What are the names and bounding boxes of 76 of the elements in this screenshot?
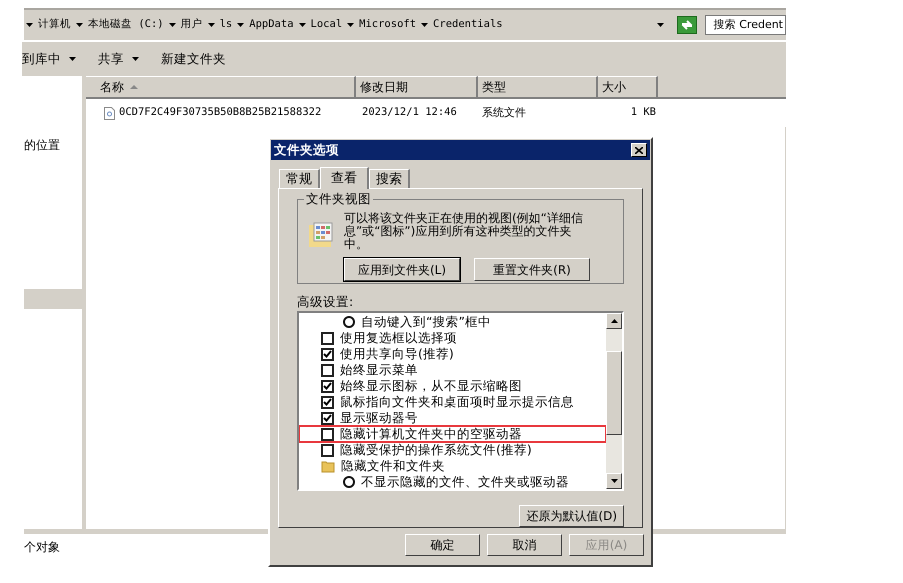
settings-item[interactable]: 显示驱动器号 [299,410,606,426]
settings-item[interactable]: 隐藏计算机文件夹中的空驱动器 [299,426,606,442]
column-header[interactable]: 修改日期 [356,76,478,99]
search-field[interactable]: 搜索 Credent [704,15,786,35]
file-name[interactable]: 0CD7F2C49F30735B50B8B25B21588322 [119,105,322,121]
dialog-button[interactable]: 取消 [487,534,562,556]
close-button[interactable] [631,143,647,157]
breadcrumb-item[interactable]: 本地磁盘 (C:) [87,17,165,33]
column-header[interactable]: 大小 [598,76,658,99]
settings-item[interactable]: 使用复选框以选择项 [299,330,606,346]
tab[interactable]: 查看 [320,167,369,189]
close-icon [635,146,643,154]
table-cell-text: 2023/12/1 12:46 [361,105,458,120]
checkbox[interactable] [321,396,334,408]
checkbox[interactable] [321,348,334,360]
folder-action-button[interactable]: 应用到文件夹(L) [344,258,460,281]
refresh-icon [680,19,694,31]
breadcrumb-item[interactable]: Credentials [432,17,504,33]
checkbox[interactable] [321,364,334,376]
dialog-button[interactable]: 确定 [405,534,480,556]
checkbox[interactable] [321,428,334,440]
advanced-settings-label: 高级设置: [297,294,354,309]
toolbar-button[interactable]: 到库中 [22,50,76,68]
toolbar-button[interactable]: 共享 [98,50,139,68]
column-header[interactable]: 类型 [478,76,598,99]
settings-item[interactable]: 始终显示图标，从不显示缩略图 [299,378,606,394]
down-arrow-icon [610,479,618,483]
status-text: 个对象 [24,539,60,556]
up-arrow-icon [610,319,618,323]
table-cell-text: 系统文件 [481,104,527,121]
description-text: 可以将该文件夹正在使用的视图(例如“详细信息”或“图标”)应用到所有这种类型的文件夹中。 [344,212,584,251]
dialog-title: 文件夹选项 [274,140,339,159]
settings-item[interactable]: 鼠标指向文件夹和桌面项时显示提示信息 [299,394,606,410]
breadcrumb-item[interactable]: AppData [248,17,295,33]
caret-icon [208,23,215,27]
caret-icon [237,23,244,27]
settings-item[interactable]: 始终显示菜单 [299,362,606,378]
settings-item[interactable]: 使用共享向导(推荐) [299,346,606,362]
tab[interactable]: 搜索 [369,169,410,188]
breadcrumb-item[interactable]: ls [218,17,234,33]
scroll-down-button[interactable] [606,473,622,489]
restore-defaults-button[interactable]: 还原为默认值(D) [519,505,624,527]
scroll-thumb[interactable] [606,351,622,435]
nav-item[interactable]: 的位置 [24,136,82,154]
settings-item[interactable]: 不显示隐藏的文件、文件夹或驱动器 [299,474,606,489]
radio-button[interactable] [343,316,355,328]
settings-item[interactable]: 隐藏文件和文件夹 [299,458,606,474]
folder-action-button[interactable]: 重置文件夹(R) [474,258,590,281]
caret-icon [347,23,354,27]
folder-view-icon [308,222,334,248]
file-icon [104,106,115,120]
radio-button[interactable] [343,476,355,488]
caret-icon [298,23,306,27]
breadcrumb-item[interactable]: Microsoft [358,17,418,33]
folder-icon [321,459,335,473]
caret-icon [168,23,176,27]
toolbar-button[interactable]: 新建文件夹 [161,50,226,68]
checkbox[interactable] [321,332,334,344]
checkbox[interactable] [321,444,334,456]
caret-icon [76,23,83,27]
breadcrumb-item[interactable]: Local [310,17,344,33]
table-cell-text: 1 KB [630,105,657,120]
settings-item[interactable]: 隐藏受保护的操作系统文件(推荐) [299,442,606,458]
checkbox[interactable] [321,380,334,392]
breadcrumb-item[interactable]: 用户 [180,17,204,33]
refresh-button[interactable] [676,16,697,34]
column-header[interactable]: 名称 [86,76,356,99]
breadcrumb-item[interactable]: 计算机 [37,17,72,33]
checkbox[interactable] [321,412,334,424]
caret-icon [26,23,33,27]
scrollbar[interactable] [606,313,622,489]
caret-icon [421,23,428,27]
group-title: 文件夹视图 [304,192,373,206]
settings-item[interactable]: 自动键入到“搜索”框中 [299,314,606,330]
caret-icon [656,23,665,27]
scroll-up-button[interactable] [606,313,622,329]
